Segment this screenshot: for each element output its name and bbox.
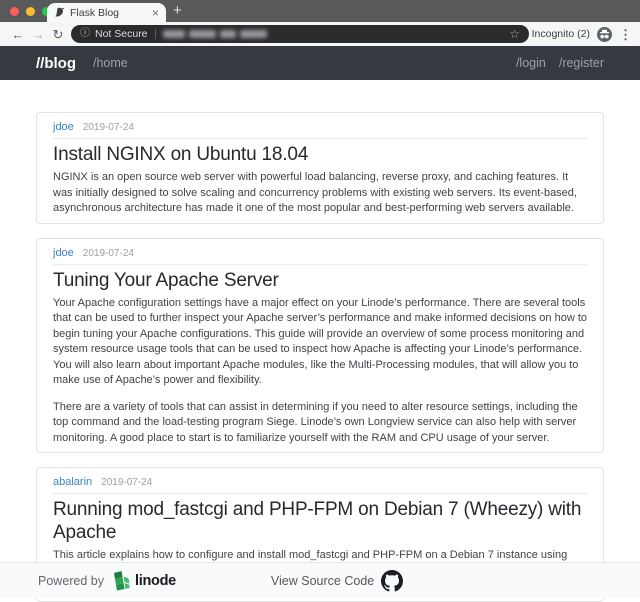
new-tab-icon[interactable]: + bbox=[173, 2, 182, 19]
linode-logo-icon bbox=[112, 570, 131, 591]
post-author-link[interactable]: jdoe bbox=[53, 121, 74, 133]
post-title-link[interactable]: Tuning Your Apache Server bbox=[53, 269, 587, 292]
address-bar[interactable]: ⓘ Not Secure ☆ bbox=[71, 25, 529, 43]
tab-title: Flask Blog bbox=[70, 7, 147, 19]
post-author-link[interactable]: abalarin bbox=[53, 476, 92, 488]
bookmark-star-icon[interactable]: ☆ bbox=[509, 28, 520, 40]
close-window-icon[interactable] bbox=[10, 7, 19, 16]
post-list: jdoe 2019-07-24 Install NGINX on Ubuntu … bbox=[0, 80, 640, 602]
post-date: 2019-07-24 bbox=[83, 248, 134, 259]
flask-favicon-icon bbox=[54, 7, 65, 18]
post-excerpt: NGINX is an open source web server with … bbox=[53, 170, 587, 217]
brand-link[interactable]: //blog bbox=[36, 55, 76, 72]
post-card: jdoe 2019-07-24 Install NGINX on Ubuntu … bbox=[36, 112, 604, 224]
browser-toolbar: ← → ↻ ⓘ Not Secure ☆ Incognito (2) ⋮ bbox=[0, 22, 640, 46]
post-title-link[interactable]: Install NGINX on Ubuntu 18.04 bbox=[53, 143, 587, 166]
nav-login-link[interactable]: /login bbox=[516, 56, 546, 70]
browser-menu-icon[interactable]: ⋮ bbox=[619, 28, 632, 41]
post-meta: jdoe 2019-07-24 bbox=[53, 118, 587, 139]
powered-by-label: Powered by bbox=[38, 574, 104, 588]
post-meta: abalarin 2019-07-24 bbox=[53, 473, 587, 494]
window-controls[interactable] bbox=[10, 7, 51, 16]
nav-register-link[interactable]: /register bbox=[559, 56, 604, 70]
page-footer: Powered by linode View Source Code bbox=[0, 562, 640, 598]
post-date: 2019-07-24 bbox=[83, 122, 134, 133]
post-excerpt: Your Apache configuration settings have … bbox=[53, 296, 587, 389]
redacted-url bbox=[163, 30, 267, 38]
linode-wordmark: linode bbox=[135, 573, 176, 589]
post-title-link[interactable]: Running mod_fastcgi and PHP-FPM on Debia… bbox=[53, 498, 587, 544]
incognito-count-label: Incognito (2) bbox=[532, 28, 590, 40]
url-divider bbox=[155, 29, 156, 39]
forward-icon[interactable]: → bbox=[28, 28, 48, 41]
info-icon[interactable]: ⓘ bbox=[80, 29, 90, 39]
post-date: 2019-07-24 bbox=[101, 477, 152, 488]
minimize-window-icon[interactable] bbox=[26, 7, 35, 16]
back-icon[interactable]: ← bbox=[8, 28, 28, 41]
browser-tab-strip: Flask Blog × + bbox=[0, 0, 640, 22]
nav-home-link[interactable]: /home bbox=[93, 56, 128, 70]
view-source-link[interactable]: View Source Code bbox=[271, 574, 374, 588]
post-card: jdoe 2019-07-24 Tuning Your Apache Serve… bbox=[36, 238, 604, 454]
github-icon bbox=[381, 570, 403, 592]
reload-icon[interactable]: ↻ bbox=[48, 28, 68, 41]
post-meta: jdoe 2019-07-24 bbox=[53, 244, 587, 265]
browser-tab[interactable]: Flask Blog × bbox=[47, 3, 166, 22]
post-excerpt: There are a variety of tools that can as… bbox=[53, 400, 587, 447]
incognito-badge-icon[interactable] bbox=[597, 27, 612, 42]
post-author-link[interactable]: jdoe bbox=[53, 247, 74, 259]
linode-link[interactable]: linode bbox=[112, 570, 176, 591]
site-navbar: //blog /home /login /register bbox=[0, 46, 640, 80]
github-link[interactable] bbox=[381, 570, 403, 592]
close-tab-icon[interactable]: × bbox=[152, 7, 159, 19]
security-label: Not Secure bbox=[95, 28, 148, 40]
